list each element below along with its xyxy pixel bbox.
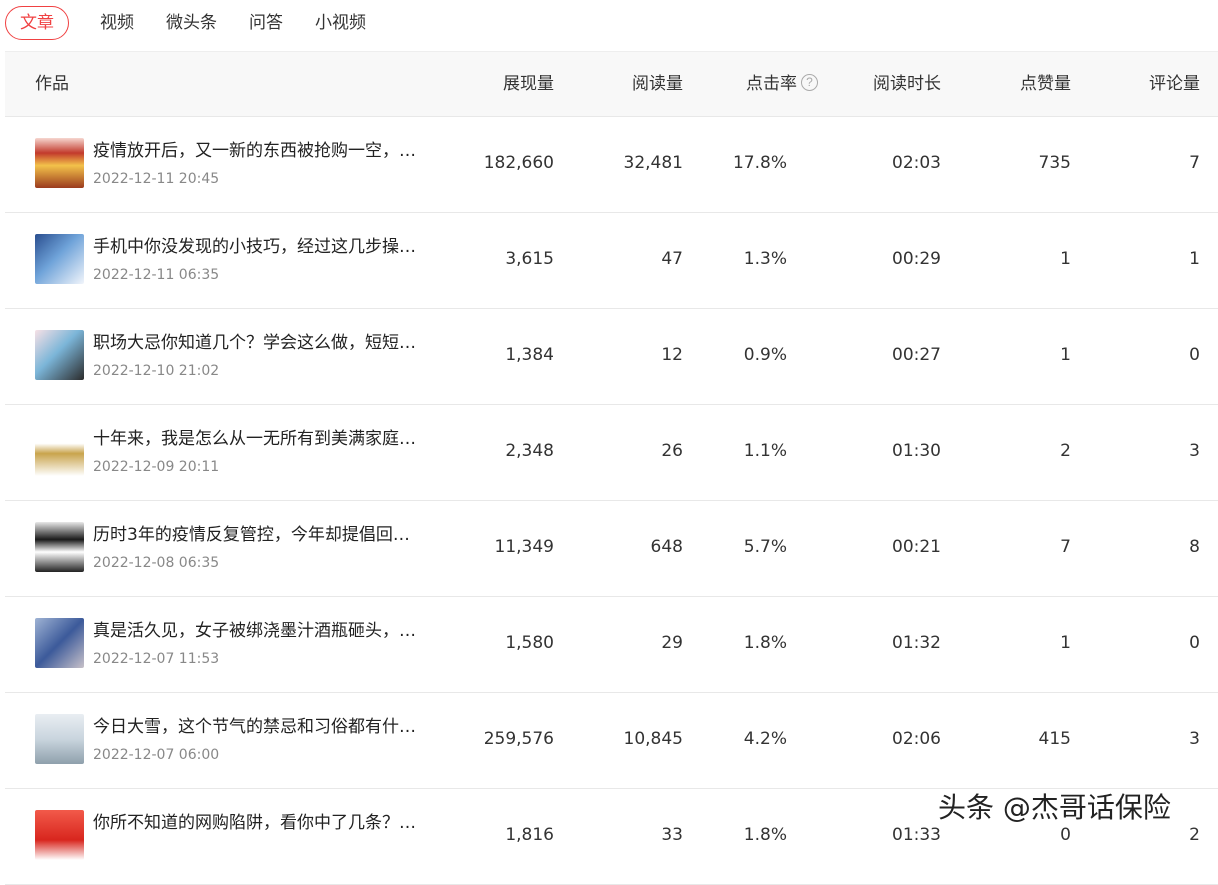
cell-likes: 1 [1060,249,1071,269]
tab-articles[interactable]: 文章 [5,6,69,40]
tab-videos[interactable]: 视频 [99,6,135,40]
cell-ctr: 0.9% [743,345,787,365]
cell-read-duration: 00:29 [892,249,941,269]
cell-likes: 735 [1038,153,1071,173]
cell-comments: 2 [1189,825,1200,845]
table-header: 作品 展现量 阅读量 点击率? 阅读时长 点赞量 评论量 [5,51,1218,117]
column-header-likes[interactable]: 点赞量 [1020,52,1071,118]
cell-ctr: 1.8% [743,825,787,845]
article-thumbnail[interactable] [35,330,84,380]
watermark: 头条 @杰哥话保险 [938,791,1171,824]
cell-ctr: 5.7% [743,537,787,557]
table-row[interactable]: 疫情放开后，又一新的东西被抢购一空，… 2022-12-11 20:45 182,6… [5,117,1218,213]
cell-reads: 47 [661,249,683,269]
article-thumbnail[interactable] [35,138,84,188]
article-thumbnail[interactable] [35,234,84,284]
cell-ctr: 1.1% [743,441,787,461]
article-date: 2022-12-07 11:53 [93,651,220,667]
table-row[interactable]: 真是活久见，女子被绑浇墨汁酒瓶砸头，… 2022-12-07 11:53 1,580… [5,597,1218,693]
cell-comments: 0 [1189,633,1200,653]
table-body: 疫情放开后，又一新的东西被抢购一空，… 2022-12-11 20:45 182,6… [5,117,1218,885]
cell-ctr: 1.3% [743,249,787,269]
article-title[interactable]: 真是活久见，女子被绑浇墨汁酒瓶砸头，… [93,616,433,641]
cell-impressions: 2,348 [505,441,554,461]
article-date: 2022-12-09 20:11 [93,459,220,475]
table-row[interactable]: 手机中你没发现的小技巧，经过这几步操… 2022-12-11 06:35 3,615… [5,213,1218,309]
cell-reads: 12 [661,345,683,365]
cell-comments: 0 [1189,345,1200,365]
article-thumbnail[interactable] [35,810,84,860]
article-date: 2022-12-10 21:02 [93,363,220,379]
article-title[interactable]: 职场大忌你知道几个？学会这么做，短短… [93,328,433,353]
cell-impressions: 1,816 [505,825,554,845]
content-type-tabs: 文章 视频 微头条 问答 小视频 [0,0,1218,46]
table-row[interactable]: 历时3年的疫情反复管控，今年却提倡回… 2022-12-08 06:35 11,34… [5,501,1218,597]
cell-read-duration: 02:03 [892,153,941,173]
column-header-ctr[interactable]: 点击率? [746,52,818,118]
cell-ctr: 17.8% [732,153,787,173]
cell-likes: 1 [1060,345,1071,365]
cell-impressions: 1,384 [505,345,554,365]
cell-likes: 1 [1060,633,1071,653]
article-title[interactable]: 疫情放开后，又一新的东西被抢购一空，… [93,136,433,161]
table-row[interactable]: 十年来，我是怎么从一无所有到美满家庭… 2022-12-09 20:11 2,348… [5,405,1218,501]
table-row[interactable]: 今日大雪，这个节气的禁忌和习俗都有什… 2022-12-07 06:00 259,5… [5,693,1218,789]
cell-reads: 26 [661,441,683,461]
cell-likes: 2 [1060,441,1071,461]
column-header-comments[interactable]: 评论量 [1149,52,1200,118]
cell-read-duration: 01:32 [892,633,941,653]
cell-read-duration: 00:27 [892,345,941,365]
article-date: 2022-12-08 06:35 [93,555,220,571]
cell-reads: 10,845 [623,729,683,749]
cell-reads: 33 [661,825,683,845]
cell-reads: 648 [650,537,683,557]
article-thumbnail[interactable] [35,714,84,764]
cell-ctr: 4.2% [743,729,787,749]
article-title[interactable]: 你所不知道的网购陷阱，看你中了几条？… [93,808,433,833]
cell-read-duration: 02:06 [892,729,941,749]
column-header-impressions[interactable]: 展现量 [503,52,554,118]
cell-impressions: 182,660 [483,153,554,173]
article-title[interactable]: 今日大雪，这个节气的禁忌和习俗都有什… [93,712,433,737]
article-date: 2022-12-07 06:00 [93,747,220,763]
column-header-ctr-label: 点击率 [746,74,797,94]
cell-reads: 29 [661,633,683,653]
cell-read-duration: 01:30 [892,441,941,461]
cell-comments: 3 [1189,729,1200,749]
cell-comments: 7 [1189,153,1200,173]
column-header-work: 作品 [35,74,69,94]
article-title[interactable]: 历时3年的疫情反复管控，今年却提倡回… [93,520,433,545]
cell-impressions: 11,349 [494,537,554,557]
tab-micro-headlines[interactable]: 微头条 [165,6,218,40]
cell-impressions: 1,580 [505,633,554,653]
column-header-reads[interactable]: 阅读量 [632,52,683,118]
article-title[interactable]: 十年来，我是怎么从一无所有到美满家庭… [93,424,433,449]
article-thumbnail[interactable] [35,522,84,572]
cell-comments: 3 [1189,441,1200,461]
cell-reads: 32,481 [623,153,683,173]
cell-read-duration: 01:33 [892,825,941,845]
article-date: 2022-12-11 20:45 [93,171,220,187]
cell-impressions: 3,615 [505,249,554,269]
help-icon[interactable]: ? [801,74,818,91]
cell-read-duration: 00:21 [892,537,941,557]
tab-qa[interactable]: 问答 [248,6,284,40]
column-header-read-duration[interactable]: 阅读时长 [873,52,941,118]
tab-short-videos[interactable]: 小视频 [314,6,367,40]
article-thumbnail[interactable] [35,618,84,668]
article-thumbnail[interactable] [35,426,84,476]
cell-comments: 8 [1189,537,1200,557]
cell-likes: 415 [1038,729,1071,749]
table-row[interactable]: 职场大忌你知道几个？学会这么做，短短… 2022-12-10 21:02 1,384… [5,309,1218,405]
article-date: 2022-12-11 06:35 [93,267,220,283]
cell-ctr: 1.8% [743,633,787,653]
article-title[interactable]: 手机中你没发现的小技巧，经过这几步操… [93,232,433,257]
cell-likes: 7 [1060,537,1071,557]
cell-impressions: 259,576 [483,729,554,749]
works-table: 作品 展现量 阅读量 点击率? 阅读时长 点赞量 评论量 疫情放开后，又一新的东… [5,51,1218,885]
cell-comments: 1 [1189,249,1200,269]
